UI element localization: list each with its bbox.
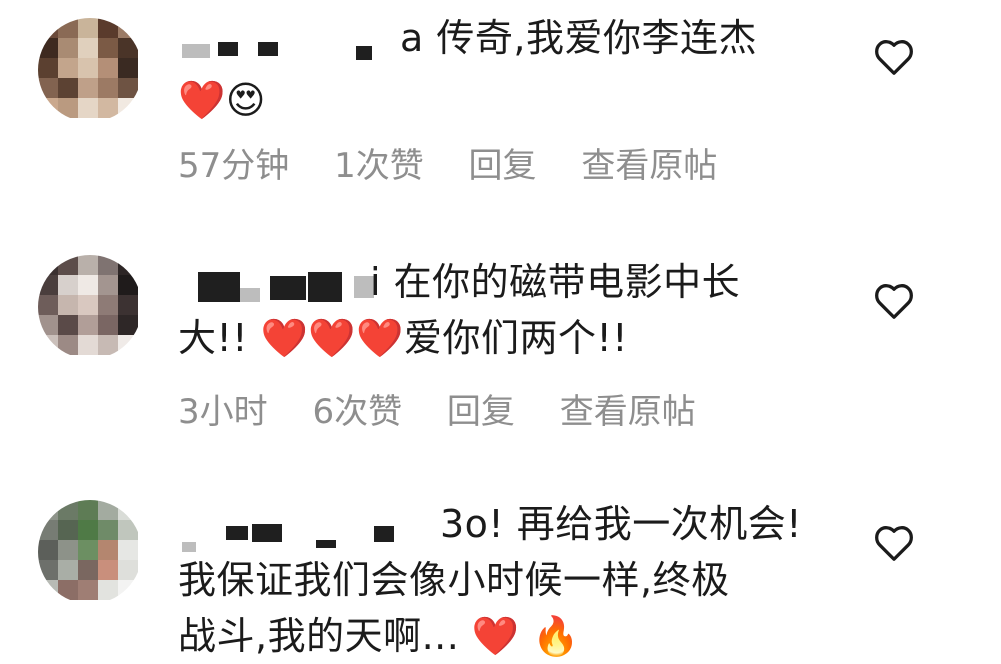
comment-text-line-2: 大!! ❤️❤️❤️爱你们两个!!: [178, 316, 628, 360]
comment-time: 57分钟: [178, 146, 290, 186]
avatar[interactable]: [38, 18, 142, 122]
comment-text-line-2: ❤️😍: [178, 78, 266, 122]
view-post-button[interactable]: 查看原帖: [581, 146, 717, 186]
like-count[interactable]: 1次赞: [334, 146, 424, 186]
comment-meta: 57分钟 1次赞 回复 查看原帖: [178, 138, 751, 187]
like-count[interactable]: 6次赞: [312, 392, 402, 432]
comment-text: a 传奇,我爱你李连杰 ❤️😍: [178, 10, 828, 128]
avatar[interactable]: [38, 500, 142, 604]
heart-outline-icon[interactable]: [872, 36, 916, 76]
comment-text-line-1: i 在你的磁带电影中长: [370, 260, 741, 304]
comment-text-line-2: 我保证我们会像小时候一样,终极: [178, 558, 730, 602]
comment-text-line-1: 3o! 再给我一次机会!: [440, 502, 802, 546]
comment-meta: 3小时 6次赞 回复 查看原帖: [178, 384, 730, 433]
heart-outline-icon[interactable]: [872, 522, 916, 562]
reply-button[interactable]: 回复: [447, 392, 515, 432]
comment-text: 3o! 再给我一次机会! 我保证我们会像小时候一样,终极 战斗,我的天啊... …: [178, 496, 828, 664]
reply-button[interactable]: 回复: [469, 146, 537, 186]
avatar[interactable]: [38, 255, 142, 359]
comment-text-line-1: a 传奇,我爱你李连杰: [400, 16, 757, 60]
view-post-button[interactable]: 查看原帖: [560, 392, 696, 432]
comment-text: i 在你的磁带电影中长 大!! ❤️❤️❤️爱你们两个!!: [178, 254, 828, 366]
heart-outline-icon[interactable]: [872, 280, 916, 320]
comment-time: 3小时: [178, 392, 268, 432]
